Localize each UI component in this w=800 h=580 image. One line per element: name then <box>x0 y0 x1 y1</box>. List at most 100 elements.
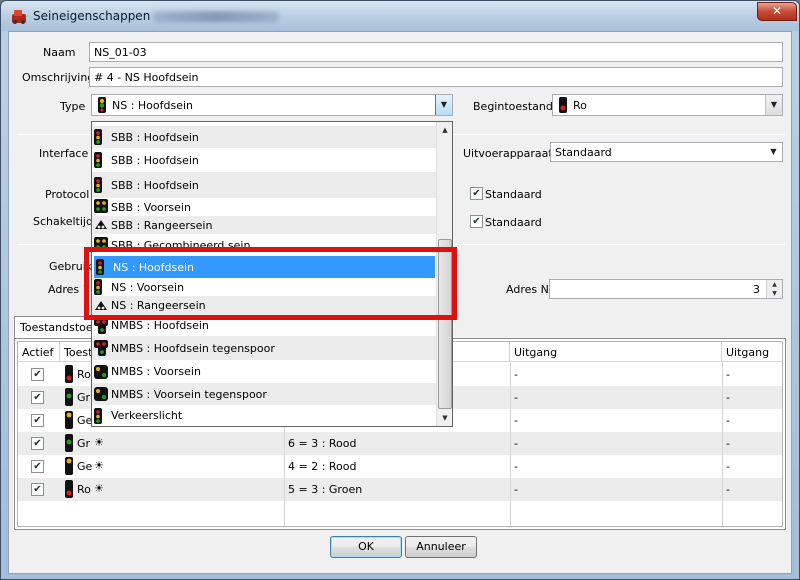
dropdown-item-label: NS : Rangeersein <box>111 299 206 312</box>
scroll-down-icon[interactable]: ▼ <box>437 410 452 426</box>
signal-state-icon <box>65 411 73 429</box>
actief-checkbox[interactable]: ✔ <box>31 437 44 450</box>
actief-checkbox[interactable]: ✔ <box>31 460 44 473</box>
dropdown-item[interactable]: SBB : Gecombineerd sein <box>92 234 436 256</box>
toestand-cell: Gr ☀ <box>60 432 284 455</box>
chevron-down-icon[interactable]: ▼ <box>435 95 452 115</box>
stepper-arrows[interactable]: ▲ ▼ <box>766 280 782 298</box>
uitvoerapparaat-value: Standaard <box>555 146 612 159</box>
actief-checkbox[interactable]: ✔ <box>31 414 44 427</box>
uitgang-cell[interactable]: - <box>722 409 782 432</box>
dropdown-item[interactable]: NMBS : Voorsein tegenspoor <box>92 383 436 405</box>
ns-hoofdsein-signal-icon <box>98 97 106 113</box>
uitgang-cell[interactable]: - <box>722 432 782 455</box>
actief-checkbox[interactable]: ✔ <box>31 391 44 404</box>
uitgang-cell[interactable]: - <box>722 455 782 478</box>
dropdown-item[interactable]: SBB : Hoofdsein <box>92 172 436 198</box>
app-icon <box>11 8 27 24</box>
dropdown-item[interactable]: SBB : Voorsein <box>92 198 436 216</box>
scrollbar-thumb[interactable] <box>438 239 452 409</box>
omschrijving-input[interactable]: # 4 - NS Hoofdsein <box>89 67 783 87</box>
uitgang-cell[interactable]: - <box>510 455 722 478</box>
dropdown-scrollbar[interactable]: ▲ ▼ <box>436 122 452 426</box>
uitgang-cell[interactable]: - <box>722 386 782 409</box>
dialog-window: Seineigenschappen ✕ Naam NS_01-03 Omschr… <box>0 0 800 580</box>
actief-checkbox[interactable]: ✔ <box>31 368 44 381</box>
uitgang-cell[interactable]: - <box>510 409 722 432</box>
grid-col-header[interactable]: Uitgang <box>510 342 722 362</box>
arrow-up-icon[interactable]: ▲ <box>767 280 782 289</box>
grid-col-header[interactable]: Uitgang <box>722 342 782 362</box>
chevron-down-icon[interactable]: ▼ <box>765 143 782 161</box>
dropdown-item[interactable]: NS : Rangeersein <box>92 296 436 315</box>
dropdown-item[interactable]: SBB : Hoofdsein <box>92 126 436 148</box>
naam-label: Naam <box>43 46 76 59</box>
dropdown-item-label: NS : Voorsein <box>111 280 185 294</box>
dropdown-item-label: Verkeerslicht <box>111 409 183 422</box>
chevron-down-icon[interactable]: ▼ <box>765 95 782 115</box>
type-combobox[interactable]: NS : Hoofdsein ▼ <box>91 94 453 116</box>
dropdown-item[interactable]: NMBS : Hoofdsein tegenspoor <box>92 336 436 360</box>
dropdown-item[interactable]: Verkeerslicht <box>92 405 436 426</box>
dropdown-item[interactable]: SBB : Rangeersein <box>92 216 436 234</box>
uitgang-cell[interactable]: - <box>510 432 722 455</box>
table-row[interactable]: ✔ Ro ☀ 5 = 3 : Groen - - <box>18 478 782 501</box>
toestand-cell: Ro ☀ <box>60 478 284 501</box>
dropdown-item[interactable]: NMBS : Voorsein <box>92 360 436 383</box>
sbb-rangeersein-icon <box>94 217 108 231</box>
output-cell[interactable]: 4 = 2 : Rood <box>284 455 510 478</box>
signal-state-icon <box>65 457 73 475</box>
signal-state-icon <box>65 480 73 498</box>
output-cell[interactable]: 5 = 3 : Groen <box>284 478 510 501</box>
toestand-label: Gr <box>77 391 91 404</box>
column-divider <box>510 362 511 526</box>
adresN-stepper[interactable]: 3 ▲ ▼ <box>549 279 783 299</box>
close-button[interactable]: ✕ <box>757 2 797 21</box>
type-dropdown-list[interactable]: SBB : Hoofdsein SBB : Hoofdsein SBB : Hoof… <box>91 121 453 427</box>
uitgang-cell[interactable]: - <box>510 363 722 386</box>
uitgang-cell[interactable]: - <box>722 363 782 386</box>
actief-cell: ✔ <box>18 363 60 386</box>
window-title: Seineigenschappen <box>33 9 151 23</box>
dropdown-item[interactable]: NS : Voorsein <box>92 278 436 296</box>
sbb-gecombineerd-icon <box>94 237 108 251</box>
toestand-label: Gr <box>77 437 91 450</box>
dropdown-item[interactable]: NS : Hoofdsein <box>94 256 435 278</box>
ok-button[interactable]: OK <box>330 536 402 558</box>
begintoestand-label: Begintoestand <box>473 100 553 113</box>
sun-icon: ☀ <box>94 436 104 449</box>
begintoestand-combobox[interactable]: Ro ▼ <box>552 94 783 116</box>
naam-input[interactable]: NS_01-03 <box>89 42 783 62</box>
dropdown-item[interactable]: NMBS : Hoofdsein <box>92 315 436 336</box>
protocol-standaard-checkbox[interactable]: ✔ <box>470 187 483 200</box>
scroll-up-icon[interactable]: ▲ <box>437 122 452 138</box>
title-bar[interactable]: Seineigenschappen ✕ <box>1 1 799 31</box>
annuleer-button[interactable]: Annuleer <box>405 536 477 558</box>
grid-col-header[interactable]: Actief <box>18 342 60 362</box>
actief-cell: ✔ <box>18 409 60 432</box>
uitvoerapparaat-combobox[interactable]: Standaard ▼ <box>550 142 783 162</box>
type-value: NS : Hoofdsein <box>112 99 194 112</box>
schakeltijd-standaard-checkbox[interactable]: ✔ <box>470 215 483 228</box>
table-row[interactable]: ✔ Ge ☀ 4 = 2 : Rood - - <box>18 455 782 478</box>
arrow-down-icon[interactable]: ▼ <box>767 289 782 298</box>
sbb-hoofdsein-icon <box>94 177 102 193</box>
dropdown-item-label: NS : Hoofdsein <box>113 260 195 274</box>
uitvoerapparaat-label: Uitvoerapparaat <box>463 147 553 160</box>
uitgang-cell[interactable]: - <box>722 478 782 501</box>
actief-cell: ✔ <box>18 432 60 455</box>
uitgang-cell[interactable]: - <box>510 386 722 409</box>
ns-rangeersein-icon <box>94 298 108 312</box>
dropdown-item[interactable]: SBB : Hoofdsein <box>92 148 436 172</box>
sun-icon: ☀ <box>94 482 104 495</box>
output-cell[interactable]: 6 = 3 : Rood <box>284 432 510 455</box>
sbb-voorsein-icon <box>94 199 108 213</box>
sbb-hoofdsein-icon <box>94 129 102 145</box>
actief-checkbox[interactable]: ✔ <box>31 483 44 496</box>
uitgang-cell[interactable]: - <box>510 478 722 501</box>
table-row[interactable]: ✔ Gr ☀ 6 = 3 : Rood - - <box>18 432 782 455</box>
schakeltijd-label: Schakeltijd <box>33 215 93 228</box>
interface-label: Interface <box>39 147 89 160</box>
tab-toestandstoewijzing[interactable]: Toestandstoew <box>14 316 94 338</box>
dropdown-item-label: SBB : Voorsein <box>111 200 191 214</box>
